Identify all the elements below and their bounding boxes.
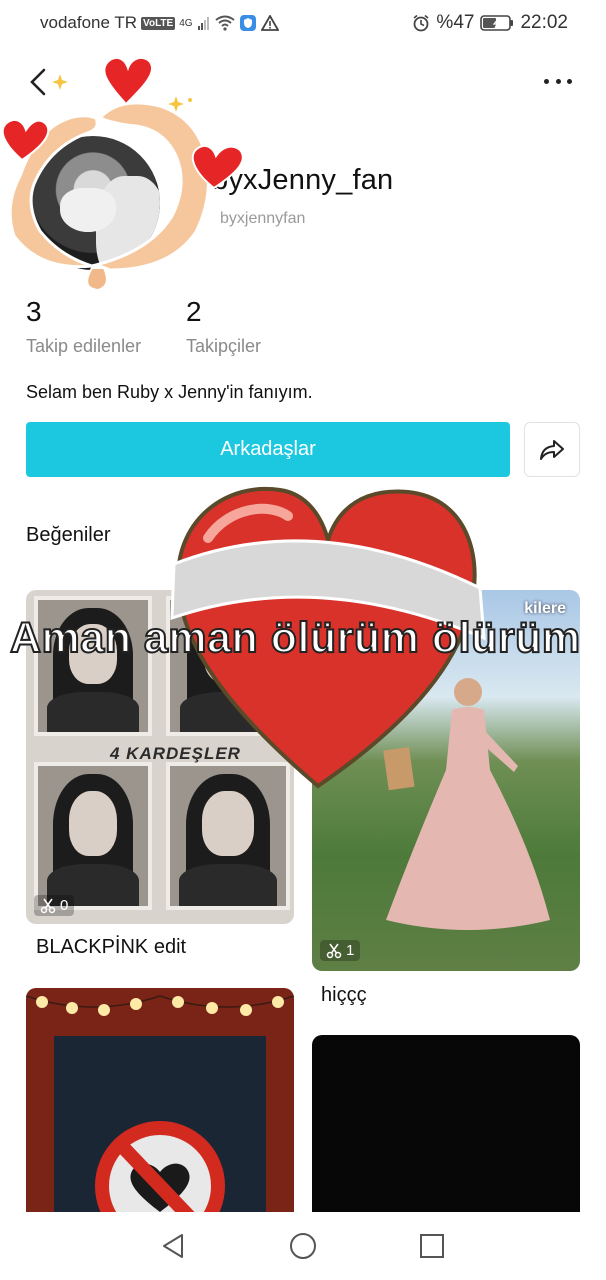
liked-item-card[interactable] — [26, 988, 294, 1228]
carrier-name: vodafone TR — [40, 13, 138, 32]
likes-section-title: Beğeniler — [26, 524, 111, 546]
battery-icon — [480, 15, 514, 31]
string-lights — [26, 995, 294, 1016]
following-stat[interactable]: 3 Takip edilenler — [26, 296, 141, 357]
wifi-icon — [214, 15, 235, 31]
share-icon — [540, 439, 564, 460]
alarm-icon — [412, 14, 430, 32]
nav-back-icon — [163, 1234, 184, 1258]
use-count: 0 — [60, 897, 69, 914]
followers-stat[interactable]: 2 Takipçiler — [186, 296, 261, 357]
volte-badge: VoLTE — [141, 16, 176, 30]
following-count: 3 — [26, 296, 42, 327]
profile-bio: Selam ben Ruby x Jenny'in fanıyım. — [26, 382, 313, 402]
network-type: 4G — [179, 17, 193, 29]
clock-time: 22:02 — [520, 12, 568, 33]
status-bar: vodafone TR VoLTE 4G %47 22:02 — [0, 0, 606, 46]
followers-count: 2 — [186, 296, 202, 327]
overlay-caption: Aman aman ölürüm ölürüm — [9, 613, 581, 663]
member-photo — [34, 762, 152, 910]
scissors-icon — [40, 898, 56, 913]
card-poster — [54, 1036, 266, 1228]
warning-icon — [260, 15, 279, 31]
nav-recents-button[interactable] — [412, 1226, 452, 1266]
avatar-sticker[interactable] — [0, 56, 260, 292]
system-nav-bar — [0, 1212, 606, 1280]
liked-item-title[interactable]: hiççç — [321, 984, 367, 1007]
heart-hands-sticker — [1, 56, 244, 292]
nav-recents-icon — [419, 1234, 444, 1258]
use-count: 1 — [346, 942, 355, 959]
liked-item-card[interactable] — [312, 1035, 580, 1228]
battery-percent: %47 — [436, 12, 475, 33]
nav-home-icon — [289, 1233, 316, 1259]
more-icon — [544, 78, 549, 84]
scissors-icon — [326, 943, 342, 958]
more-options-button[interactable] — [538, 66, 578, 96]
use-count-badge: 1 — [320, 940, 361, 961]
use-count-badge: 0 — [34, 895, 75, 916]
status-left: vodafone TR VoLTE 4G — [40, 13, 279, 33]
nav-back-button[interactable] — [154, 1226, 194, 1266]
signal-icon — [197, 16, 211, 30]
shield-icon — [239, 14, 257, 32]
following-label: Takip edilenler — [26, 336, 142, 356]
status-right: %47 22:02 — [412, 12, 568, 34]
share-button[interactable] — [524, 422, 580, 477]
liked-item-title[interactable]: BLACKPİNK edit — [36, 936, 186, 959]
nav-home-button[interactable] — [283, 1226, 323, 1266]
no-love-icon — [95, 1121, 225, 1228]
followers-label: Takipçiler — [186, 336, 262, 356]
